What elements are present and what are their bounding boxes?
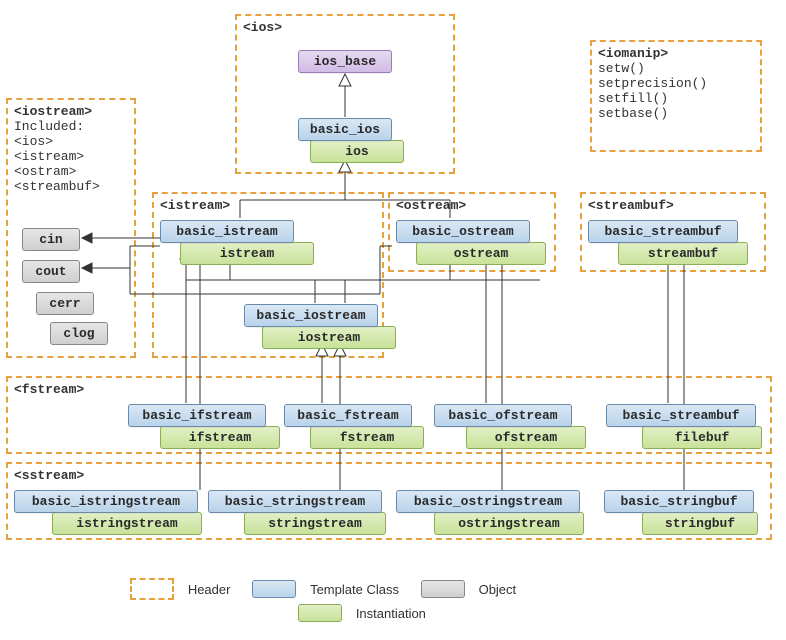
legend: Header Template Class Object <box>130 578 530 600</box>
header-streambuf-label: <streambuf> <box>588 198 758 213</box>
inst-istream: istream <box>180 242 314 265</box>
iomanip-fn-setbase: setbase() <box>598 106 754 121</box>
legend-row2: Instantiation <box>298 604 440 622</box>
inst-istringstream: istringstream <box>52 512 202 535</box>
class-basic-filebuf: basic_streambuf <box>606 404 756 427</box>
iomanip-fn-setprecision: setprecision() <box>598 76 754 91</box>
inst-ofstream: ofstream <box>466 426 586 449</box>
iostream-inc-ostream: <ostram> <box>14 164 128 179</box>
class-ios-base: ios_base <box>298 50 392 73</box>
class-basic-ostringstream: basic_ostringstream <box>396 490 580 513</box>
header-istream-label: <istream> <box>160 198 376 213</box>
iostream-included: Included: <box>14 119 128 134</box>
header-iomanip: <iomanip> setw() setprecision() setfill(… <box>590 40 762 152</box>
iostream-inc-ios: <ios> <box>14 134 128 149</box>
iostream-inc-streambuf: <streambuf> <box>14 179 128 194</box>
inst-ifstream: ifstream <box>160 426 280 449</box>
legend-instantiation-swatch <box>298 604 342 622</box>
inst-ostringstream: ostringstream <box>434 512 584 535</box>
class-basic-ofstream: basic_ofstream <box>434 404 572 427</box>
object-clog: clog <box>50 322 108 345</box>
class-basic-istringstream: basic_istringstream <box>14 490 198 513</box>
class-basic-iostream: basic_iostream <box>244 304 378 327</box>
legend-object-swatch <box>421 580 465 598</box>
header-iomanip-label: <iomanip> <box>598 46 754 61</box>
header-iostream-label: <iostream> <box>14 104 128 119</box>
header-sstream-label: <sstream> <box>14 468 764 483</box>
inst-stringstream: stringstream <box>244 512 386 535</box>
inst-iostream: iostream <box>262 326 396 349</box>
object-cout: cout <box>22 260 80 283</box>
legend-object-label: Object <box>479 582 517 597</box>
legend-header-swatch <box>130 578 174 600</box>
class-basic-ifstream: basic_ifstream <box>128 404 266 427</box>
class-basic-ios: basic_ios <box>298 118 392 141</box>
class-basic-stringbuf: basic_stringbuf <box>604 490 754 513</box>
legend-instantiation-label: Instantiation <box>356 606 426 621</box>
inst-stringbuf: stringbuf <box>642 512 758 535</box>
inst-streambuf: streambuf <box>618 242 748 265</box>
class-basic-streambuf: basic_streambuf <box>588 220 738 243</box>
class-basic-stringstream: basic_stringstream <box>208 490 382 513</box>
legend-template-swatch <box>252 580 296 598</box>
iostream-inc-istream: <istream> <box>14 149 128 164</box>
class-basic-istream: basic_istream <box>160 220 294 243</box>
iomanip-fn-setw: setw() <box>598 61 754 76</box>
header-ios-label: <ios> <box>243 20 447 35</box>
inst-fstream: fstream <box>310 426 424 449</box>
object-cin: cin <box>22 228 80 251</box>
header-fstream-label: <fstream> <box>14 382 764 397</box>
io-stream-hierarchy-diagram: { "headers": { "ios": "<ios>", "iomanip"… <box>0 0 786 640</box>
legend-header-label: Header <box>188 582 231 597</box>
inst-ostream: ostream <box>416 242 546 265</box>
class-basic-fstream: basic_fstream <box>284 404 412 427</box>
inst-ios: ios <box>310 140 404 163</box>
object-cerr: cerr <box>36 292 94 315</box>
inst-filebuf: filebuf <box>642 426 762 449</box>
legend-template-label: Template Class <box>310 582 399 597</box>
class-basic-ostream: basic_ostream <box>396 220 530 243</box>
iomanip-fn-setfill: setfill() <box>598 91 754 106</box>
header-ostream-label: <ostream> <box>396 198 548 213</box>
